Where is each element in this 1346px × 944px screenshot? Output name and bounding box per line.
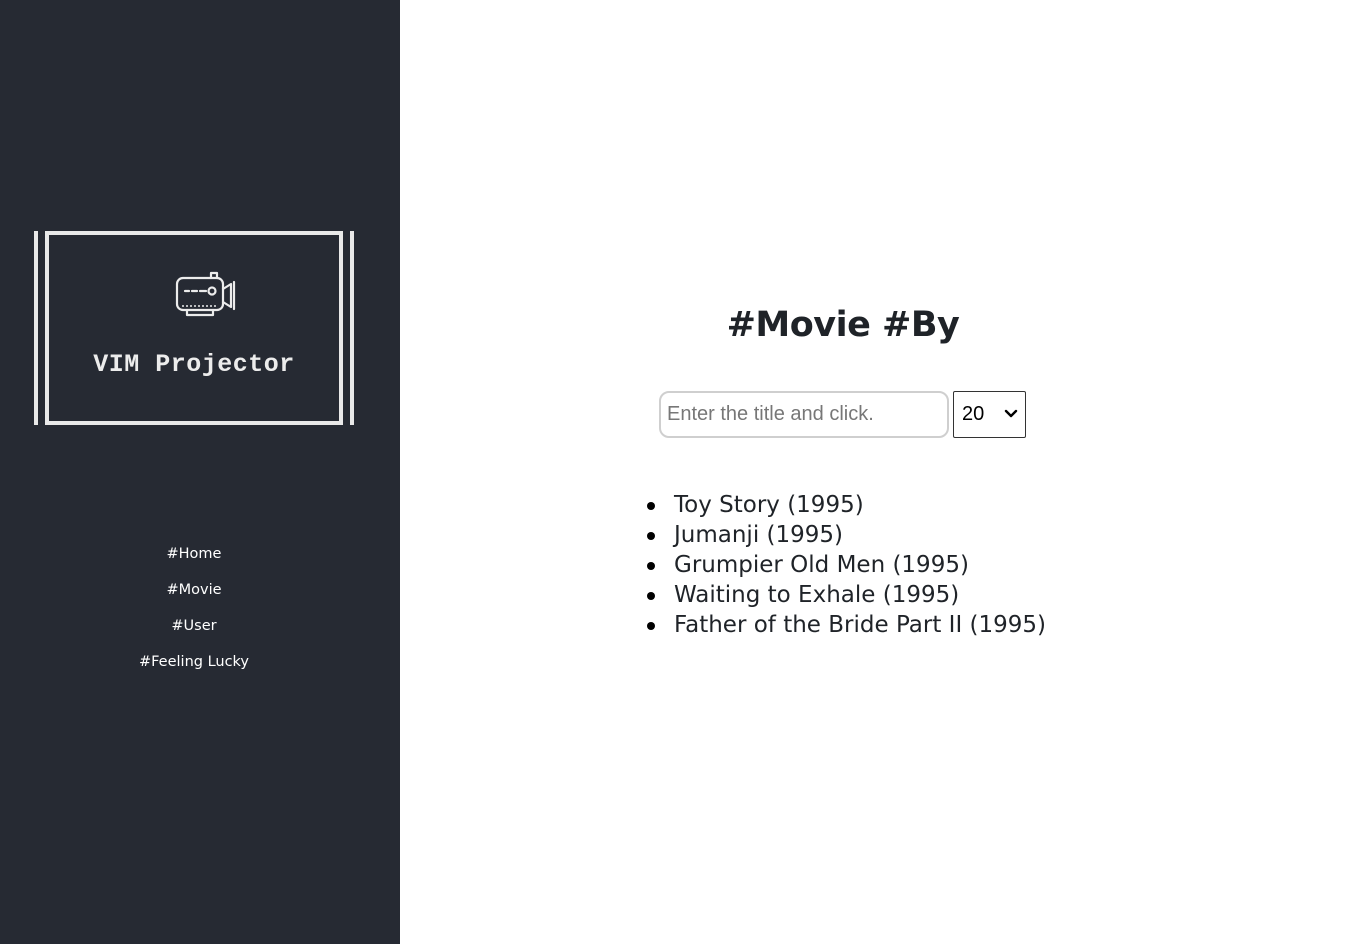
sidebar: VIM Projector #Home #Movie #User #Feelin…	[0, 0, 400, 944]
movie-list-item[interactable]: Grumpier Old Men (1995)	[647, 550, 1046, 580]
bullet	[647, 502, 655, 510]
movie-list-item[interactable]: Waiting to Exhale (1995)	[647, 580, 1046, 610]
logo-frame-left	[34, 231, 38, 425]
main-content: #Movie #By 20 Toy Story (1995) Jumanji (…	[400, 0, 1346, 944]
movie-title: Jumanji (1995)	[674, 522, 844, 548]
logo-title: VIM Projector	[93, 350, 295, 379]
page-title: #Movie #By	[726, 305, 960, 345]
nav-item-feeling-lucky[interactable]: #Feeling Lucky	[0, 651, 388, 687]
bullet	[647, 532, 655, 540]
nav-item-movie[interactable]: #Movie	[0, 579, 388, 615]
nav-item-user[interactable]: #User	[0, 615, 388, 651]
nav-item-home[interactable]: #Home	[0, 543, 388, 579]
search-input[interactable]	[659, 391, 949, 438]
logo[interactable]: VIM Projector	[34, 231, 354, 425]
movie-title: Grumpier Old Men (1995)	[674, 552, 969, 578]
logo-frame: VIM Projector	[45, 231, 343, 425]
movie-list-item[interactable]: Jumanji (1995)	[647, 520, 1046, 550]
chevron-down-icon	[1004, 409, 1018, 418]
bullet	[647, 562, 655, 570]
movie-title: Waiting to Exhale (1995)	[674, 582, 960, 608]
bullet	[647, 622, 655, 630]
movie-title: Toy Story (1995)	[674, 492, 864, 518]
movie-list-item[interactable]: Toy Story (1995)	[647, 490, 1046, 520]
result-count-select[interactable]: 20	[953, 391, 1026, 438]
logo-frame-right	[350, 231, 354, 425]
result-count-value: 20	[962, 403, 985, 425]
movie-title: Father of the Bride Part II (1995)	[674, 612, 1047, 638]
sidebar-nav: #Home #Movie #User #Feeling Lucky	[0, 543, 388, 687]
movie-list: Toy Story (1995) Jumanji (1995) Grumpier…	[647, 490, 1047, 640]
movie-list-item[interactable]: Father of the Bride Part II (1995)	[647, 610, 1047, 640]
bullet	[647, 592, 655, 600]
movie-camera-icon	[175, 271, 236, 317]
